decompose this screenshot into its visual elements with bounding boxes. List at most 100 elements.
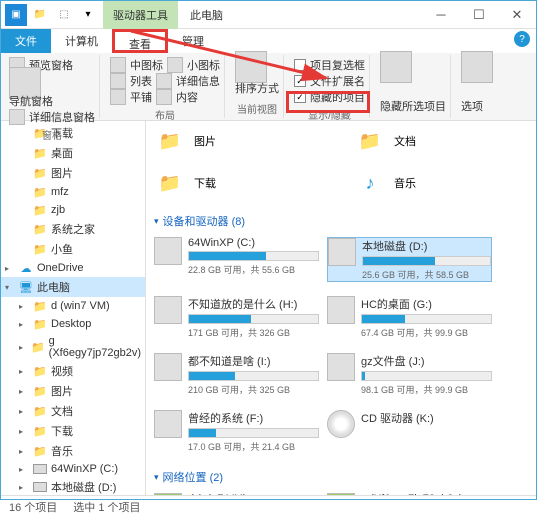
sidebar-item[interactable]: 📁 mfz [1, 183, 145, 201]
tab-view[interactable]: 查看 [112, 29, 168, 53]
drive-name: HC的桌面 (G:) [361, 296, 492, 312]
folder-icon: 📁 [33, 185, 47, 199]
folder-icon: 📁 [31, 340, 45, 354]
small-icons-button[interactable]: 小图标 [187, 57, 220, 73]
tiles-icon [110, 89, 126, 105]
section-drives[interactable]: 设备和驱动器 (8) [154, 209, 528, 233]
drive-name: gz文件盘 (J:) [361, 353, 492, 369]
sidebar-item-label: mfz [51, 186, 69, 198]
content-button[interactable]: 内容 [176, 89, 198, 105]
hidden-items-label: 隐藏的项目 [310, 89, 365, 105]
chevron-icon: ▸ [19, 387, 29, 396]
drive-icon [328, 238, 356, 266]
qat-dropdown[interactable]: ▾ [77, 4, 99, 26]
item-checkboxes-checkbox[interactable] [294, 59, 306, 71]
sidebar-item[interactable]: 📁小鱼 [1, 239, 145, 259]
folder-icon: 📁 [154, 167, 186, 199]
hide-button[interactable]: 隐藏所选项目 [380, 98, 446, 114]
cloud-icon: ☁ [19, 261, 33, 275]
drive-name: 都不知道是啥 (I:) [188, 353, 319, 369]
sidebar-item[interactable]: 📁zjb [1, 201, 145, 219]
sidebar-item[interactable]: ▸📁下载 [1, 421, 145, 441]
drive-bar [362, 256, 491, 266]
chevron-icon: ▸ [19, 320, 29, 329]
sidebar-item[interactable]: ▸📁音乐 [1, 441, 145, 461]
drive-name: 64WinXP (C:) [188, 237, 319, 249]
tab-manage[interactable]: 管理 [168, 29, 218, 53]
drive-item[interactable]: 曾经的系统 (F:)17.0 GB 可用，共 21.4 GB [154, 410, 319, 453]
sidebar-item[interactable]: ▸📁图片 [1, 381, 145, 401]
sidebar-item[interactable]: ▸本地磁盘 (D:) [1, 477, 145, 495]
drive-bar [188, 428, 319, 438]
contextual-tab[interactable]: 驱动器工具 [103, 1, 178, 29]
help-icon[interactable]: ? [514, 31, 530, 47]
drive-item[interactable]: gz文件盘 (J:)98.1 GB 可用，共 99.9 GB [327, 353, 492, 396]
sidebar-item[interactable]: ▸📁d (win7 VM) [1, 297, 145, 315]
list-button[interactable]: 列表 [130, 73, 152, 89]
details-pane-button[interactable]: 详细信息窗格 [29, 109, 95, 125]
item-checkboxes-label: 项目复选框 [310, 57, 365, 73]
tab-computer[interactable]: 计算机 [51, 29, 112, 53]
close-button[interactable]: ✕ [498, 1, 536, 29]
main-view: 📁图片 📁文档 📁下载 ♪音乐 设备和驱动器 (8) 64WinXP (C:)22.8… [146, 121, 536, 495]
folder-item[interactable]: 📁图片 [154, 125, 314, 157]
ribbon-view-group: 排序方式 当前视图 [231, 55, 284, 118]
folder-item[interactable]: ♪音乐 [354, 167, 514, 199]
sidebar-item-label: 此电脑 [37, 279, 70, 295]
drive-text: 17.0 GB 可用，共 21.4 GB [188, 440, 319, 453]
sort-button[interactable]: 排序方式 [235, 80, 279, 96]
folder-icon[interactable]: 📁 [29, 4, 51, 26]
sidebar-item[interactable]: ▾🖥此电脑 [1, 277, 145, 297]
ribbon-tabs: 文件 计算机 查看 管理 ? [1, 29, 536, 53]
drive-bar [361, 371, 492, 381]
app-icon: ▣ [5, 4, 27, 26]
tiles-button[interactable]: 平铺 [130, 89, 152, 105]
drive-item[interactable]: 本地磁盘 (D:)25.6 GB 可用，共 58.5 GB [327, 237, 492, 282]
sidebar-item[interactable]: ▸64WinXP (C:) [1, 461, 145, 477]
sidebar-item[interactable]: ▸☁OneDrive [1, 259, 145, 277]
folder-item[interactable]: 📁文档 [354, 125, 514, 157]
sidebar-item[interactable]: ▸📁g (Xf6egy7jp72gb2v) [1, 333, 145, 361]
sidebar-item[interactable]: ▸📁视频 [1, 361, 145, 381]
hidden-items-checkbox[interactable]: ✓ [294, 91, 306, 103]
sidebar-item-label: Desktop [51, 318, 91, 330]
network-item[interactable]: g (Xf6egy7jp72gb2v) [327, 493, 492, 495]
sidebar-item[interactable]: 📁系统之家 [1, 219, 145, 239]
drive-item[interactable]: 都不知道是啥 (I:)210 GB 可用，共 325 GB [154, 353, 319, 396]
chevron-icon: ▸ [19, 343, 27, 352]
drive-item[interactable]: CD 驱动器 (K:) [327, 410, 492, 453]
drive-bar [188, 314, 319, 324]
drive-icon [154, 353, 182, 381]
sidebar-item[interactable]: 📁桌面 [1, 143, 145, 163]
maximize-button[interactable]: ☐ [460, 1, 498, 29]
sidebar-item[interactable]: ▸📁Desktop [1, 315, 145, 333]
small-icons-icon [167, 57, 183, 73]
details-button[interactable]: 详细信息 [176, 73, 220, 89]
content-area: 📁下载📁桌面📁图片📁mfz📁zjb📁系统之家📁小鱼▸☁OneDrive▾🖥此电脑… [1, 121, 536, 495]
section-network[interactable]: 网络位置 (2) [154, 465, 528, 489]
options-button[interactable]: 选项 [461, 98, 483, 114]
file-ext-checkbox[interactable]: ✓ [294, 75, 306, 87]
drive-item[interactable]: HC的桌面 (G:)67.4 GB 可用，共 99.9 GB [327, 296, 492, 339]
drive-item[interactable]: 64WinXP (C:)22.8 GB 可用，共 55.6 GB [154, 237, 319, 282]
tab-file[interactable]: 文件 [1, 29, 51, 53]
folder-icon: 📁 [33, 384, 47, 398]
chevron-icon: ▸ [19, 302, 29, 311]
folder-item[interactable]: 📁下载 [154, 167, 314, 199]
sidebar-item[interactable]: ▸📁文档 [1, 401, 145, 421]
showhide-group-label: 显示/隐藏 [294, 107, 365, 122]
sidebar-item[interactable]: 📁图片 [1, 163, 145, 183]
network-drive-icon [154, 493, 182, 495]
status-bar: 16 个项目 选中 1 个项目 [1, 495, 536, 517]
nav-pane-button[interactable]: 导航窗格 [9, 93, 53, 109]
chevron-icon: ▸ [19, 447, 29, 456]
drive-item[interactable]: 不知道放的是什么 (H:)171 GB 可用，共 326 GB [154, 296, 319, 339]
network-item[interactable]: d (win7 VM) [154, 493, 319, 495]
folder-icon: 📁 [354, 125, 386, 157]
drive-icon [327, 296, 355, 324]
medium-icons-button[interactable]: 中图标 [130, 57, 163, 73]
properties-icon[interactable]: ⬚ [53, 4, 75, 26]
drive-icon [154, 296, 182, 324]
titlebar: ▣ 📁 ⬚ ▾ 驱动器工具 此电脑 ─ ☐ ✕ [1, 1, 536, 29]
minimize-button[interactable]: ─ [422, 1, 460, 29]
